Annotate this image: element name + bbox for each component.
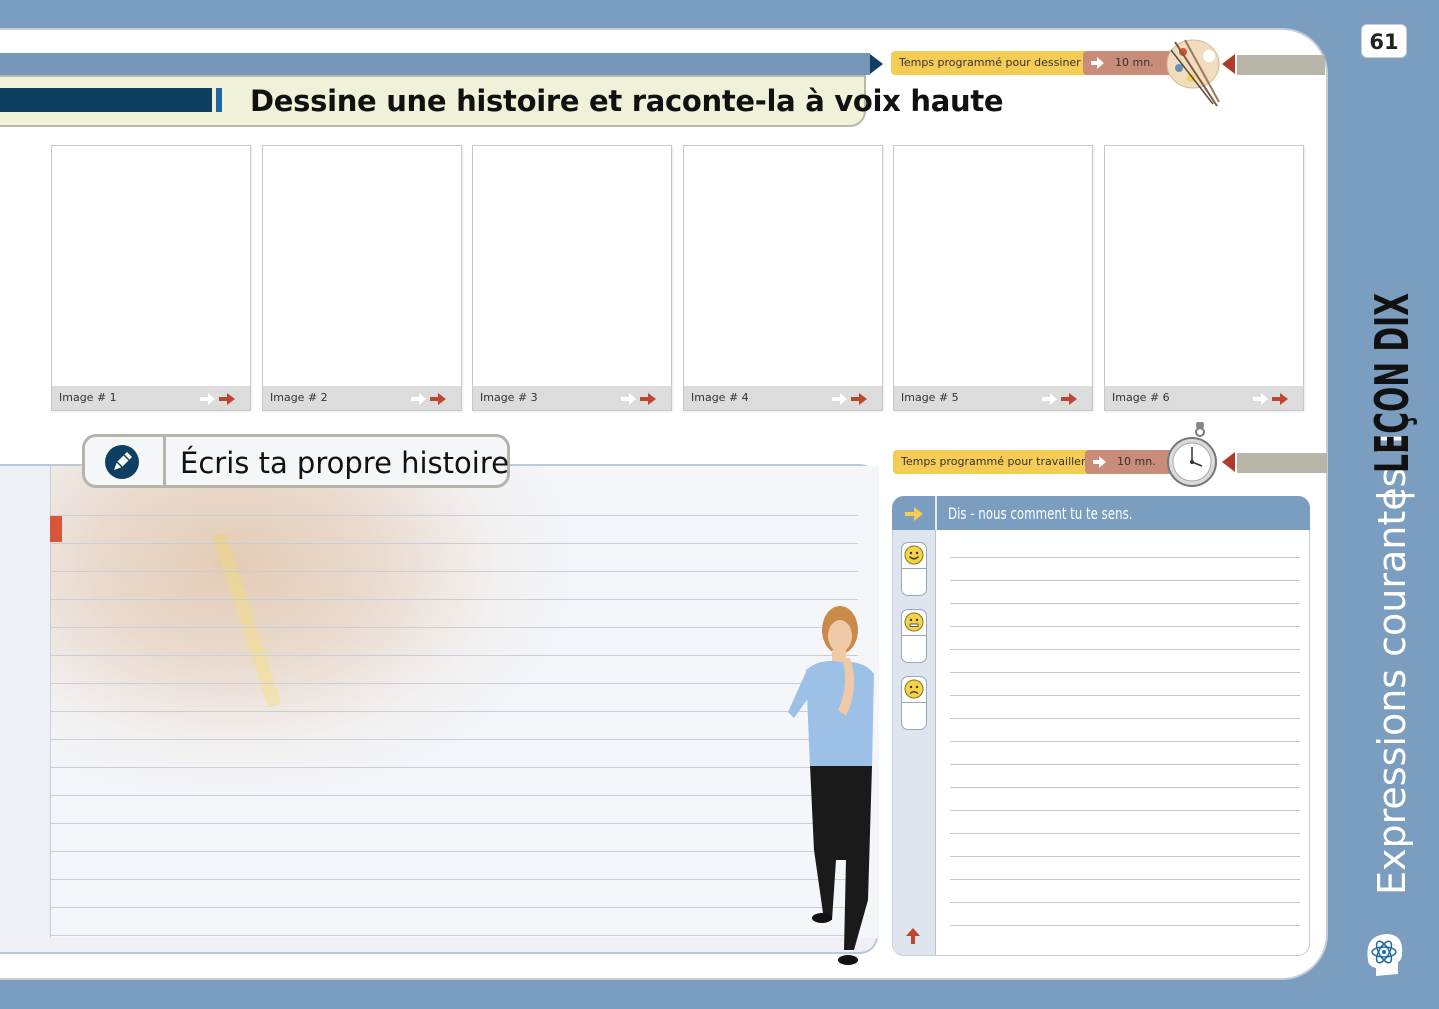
- frame-footer: Image # 1: [52, 386, 250, 410]
- writing-line: [50, 571, 858, 572]
- draw-timer-duration: 10 mn.: [1083, 51, 1173, 75]
- drawing-frame-3[interactable]: Image # 3: [472, 145, 672, 411]
- arrow-right-icon: [1091, 57, 1104, 69]
- next-arrows-icon: [832, 393, 867, 405]
- frame-label: Image # 2: [270, 391, 328, 404]
- next-arrows-icon: [200, 393, 235, 405]
- feelings-title: Dis - nous comment tu te sens.: [948, 504, 1133, 523]
- neutral-face-icon: [904, 612, 924, 632]
- feelings-line: [950, 649, 1300, 650]
- frame-label: Image # 1: [59, 391, 117, 404]
- palette-icon: [1166, 39, 1220, 107]
- mood-divider: [902, 635, 926, 636]
- feelings-line: [950, 810, 1300, 811]
- happy-face-icon: [904, 545, 924, 565]
- thinking-woman-figure: [788, 606, 874, 965]
- drawing-frame-6[interactable]: Image # 6: [1104, 145, 1304, 411]
- frame-label: Image # 4: [691, 391, 749, 404]
- frame-label: Image # 3: [480, 391, 538, 404]
- feelings-line: [950, 833, 1300, 834]
- next-arrows-icon: [621, 393, 656, 405]
- draw-timer-bar: [1237, 55, 1325, 75]
- feelings-line: [950, 764, 1300, 765]
- drawing-frame-2[interactable]: Image # 2: [262, 145, 462, 411]
- writing-line: [50, 823, 858, 824]
- work-timer-bar: [1237, 453, 1327, 473]
- feelings-line: [950, 695, 1300, 696]
- stopwatch-icon: [1167, 422, 1217, 487]
- page-number: 61: [1361, 24, 1407, 58]
- writing-line: [50, 515, 858, 516]
- pen-icon: [105, 445, 139, 479]
- writing-line: [50, 907, 858, 908]
- writing-line: [50, 739, 858, 740]
- mood-neutral-checkbox[interactable]: [901, 609, 927, 663]
- title-accent-bar: [0, 88, 212, 112]
- arrow-right-icon: [1093, 456, 1106, 468]
- frame-footer: Image # 4: [684, 386, 882, 410]
- feelings-line: [950, 879, 1300, 880]
- arrow-up-icon: [906, 928, 920, 944]
- feelings-line: [950, 580, 1300, 581]
- title-stripe: [0, 53, 870, 75]
- next-arrows-icon: [411, 393, 446, 405]
- drawing-frame-4[interactable]: Image # 4: [683, 145, 883, 411]
- writing-line: [50, 683, 858, 684]
- mood-divider: [902, 568, 926, 569]
- frame-label: Image # 6: [1112, 391, 1170, 404]
- drawing-frame-1[interactable]: Image # 1: [51, 145, 251, 411]
- sidebar-lesson: LEÇON DIX: [1365, 293, 1419, 473]
- atom-head-icon: [1367, 934, 1403, 976]
- feelings-line: [950, 718, 1300, 719]
- margin-tab: [50, 516, 62, 542]
- draw-timer-label: Temps programmé pour dessiner: [891, 51, 1089, 75]
- feelings-line: [950, 603, 1300, 604]
- lesson-sidebar-title: Expressions courantes II | LEÇON DIX: [1365, 293, 1419, 895]
- work-timer-triangle: [1222, 452, 1235, 472]
- frame-footer: Image # 3: [473, 386, 671, 410]
- frame-label: Image # 5: [901, 391, 959, 404]
- feelings-line: [950, 626, 1300, 627]
- feelings-line: [950, 856, 1300, 857]
- writing-line: [50, 935, 858, 936]
- mood-happy-checkbox[interactable]: [901, 542, 927, 596]
- work-timer-duration-text: 10 mn.: [1117, 455, 1156, 468]
- next-arrows-icon: [1253, 393, 1288, 405]
- writing-line: [50, 767, 858, 768]
- frame-footer: Image # 6: [1105, 386, 1303, 410]
- feelings-line: [950, 557, 1300, 558]
- writing-line: [50, 655, 858, 656]
- drawing-frame-5[interactable]: Image # 5: [893, 145, 1093, 411]
- draw-timer-triangle: [1222, 54, 1235, 74]
- arrow-right-icon: [905, 507, 923, 521]
- feelings-header-divider: [935, 496, 937, 530]
- title-accent-bar-small: [216, 88, 222, 112]
- writing-line: [50, 599, 858, 600]
- feelings-line: [950, 741, 1300, 742]
- sad-face-icon: [904, 679, 924, 699]
- work-timer-label: Temps programmé pour travailler:: [893, 450, 1097, 474]
- draw-timer-duration-text: 10 mn.: [1115, 56, 1154, 69]
- writing-line: [50, 879, 858, 880]
- writing-line: [50, 851, 858, 852]
- feelings-panel: [892, 496, 1310, 956]
- mood-sad-checkbox[interactable]: [901, 676, 927, 730]
- sidebar-separator: |: [1370, 489, 1415, 502]
- write-section-title: Écris ta propre histoire: [180, 446, 509, 480]
- writing-line: [50, 543, 858, 544]
- feelings-line: [950, 925, 1300, 926]
- work-timer-duration: 10 mn.: [1085, 450, 1173, 474]
- feelings-line: [950, 787, 1300, 788]
- next-arrows-icon: [1042, 393, 1077, 405]
- page-title: Dessine une histoire et raconte-la à voi…: [250, 84, 1004, 118]
- feelings-line: [950, 672, 1300, 673]
- writing-line: [50, 795, 858, 796]
- mood-divider: [902, 702, 926, 703]
- frame-footer: Image # 5: [894, 386, 1092, 410]
- feelings-line: [950, 902, 1300, 903]
- frame-footer: Image # 2: [263, 386, 461, 410]
- writing-line: [50, 627, 858, 628]
- writing-line: [50, 711, 858, 712]
- title-marker-triangle: [870, 54, 883, 74]
